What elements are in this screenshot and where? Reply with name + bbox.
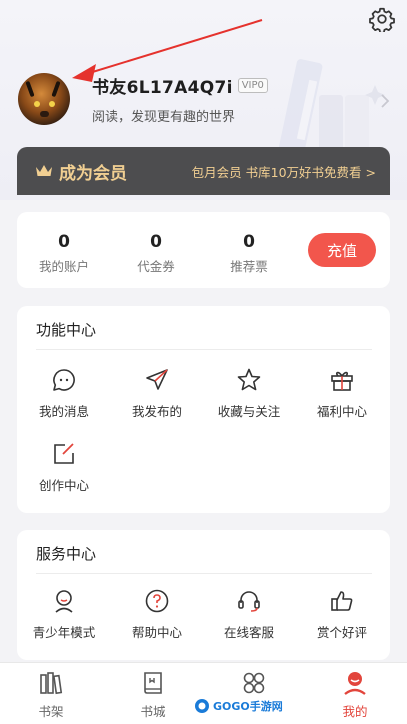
- member-promo-link[interactable]: 包月会员 书库10万好书免费看 >: [192, 162, 376, 181]
- recharge-button[interactable]: 充值: [308, 233, 376, 267]
- function-item-creation[interactable]: 创作中心: [19, 441, 109, 494]
- divider: [36, 349, 372, 350]
- user-info: 书友6L17A4Q7i VIP0 阅读，发现更有趣的世界: [92, 73, 268, 125]
- function-label: 我发布的: [131, 404, 182, 419]
- function-item-my-posts[interactable]: 我发布的: [112, 367, 202, 420]
- stat-recommend-tickets[interactable]: 0 推荐票: [209, 232, 289, 275]
- function-item-favorites[interactable]: 收藏与关注: [204, 367, 294, 420]
- function-label: 收藏与关注: [217, 404, 281, 419]
- bookshelf-icon: [40, 672, 63, 695]
- service-center-card: 服务中心 青少年模式 帮助中心 在线客服 赏个好评: [17, 530, 390, 660]
- service-item-help[interactable]: 帮助中心: [112, 588, 202, 641]
- function-center-card: 功能中心 我的消息 我发布的 收藏与关注 福利中心 创作中心: [17, 306, 390, 513]
- function-label: 我的消息: [38, 404, 89, 419]
- service-item-customer-service[interactable]: 在线客服: [204, 588, 294, 641]
- service-item-teen-mode[interactable]: 青少年模式: [19, 588, 109, 641]
- username: 书友6L17A4Q7i: [92, 78, 233, 98]
- help-icon: [145, 589, 169, 613]
- chevron-right-icon[interactable]: [379, 92, 391, 110]
- function-item-messages[interactable]: 我的消息: [19, 367, 109, 420]
- avatar[interactable]: [18, 73, 70, 125]
- function-label: 创作中心: [38, 478, 89, 493]
- tab-label: 书架: [38, 704, 64, 719]
- vip-badge: VIP0: [237, 78, 268, 93]
- slogan: 阅读，发现更有趣的世界: [92, 110, 236, 125]
- function-label: 福利中心: [316, 404, 367, 419]
- gogo-logo-icon: [195, 699, 209, 713]
- service-label: 赏个好评: [316, 625, 367, 640]
- watermark-logo: GOGO手游网: [188, 695, 289, 717]
- tab-label: 书城: [140, 704, 166, 719]
- section-title: 功能中心: [36, 321, 97, 339]
- service-item-rate-app[interactable]: 赏个好评: [297, 588, 387, 641]
- star-icon: [237, 368, 261, 391]
- stat-vouchers[interactable]: 0 代金券: [116, 232, 196, 275]
- stat-label: 代金券: [137, 259, 175, 274]
- user-icon: [344, 672, 366, 695]
- section-title: 服务中心: [36, 545, 97, 563]
- service-label: 在线客服: [223, 625, 274, 640]
- thumbs-up-icon: [331, 591, 353, 611]
- function-item-welfare[interactable]: 福利中心: [297, 367, 387, 420]
- stat-value: 0: [58, 232, 70, 252]
- tab-label: 我的: [342, 704, 368, 719]
- service-label: 帮助中心: [131, 625, 182, 640]
- grid-icon: [243, 672, 265, 694]
- message-icon: [53, 369, 75, 391]
- divider: [36, 573, 372, 574]
- edit-icon: [54, 443, 74, 464]
- stat-my-account[interactable]: 0 我的账户: [24, 232, 104, 275]
- watermark-text: GOGO手游网: [213, 700, 283, 713]
- paper-plane-icon: [146, 369, 168, 390]
- member-banner[interactable]: 成为会员 包月会员 书库10万好书免费看 >: [17, 147, 390, 195]
- child-icon: [55, 590, 73, 613]
- crown-icon: [36, 165, 52, 176]
- tab-bookshelf[interactable]: 书架: [11, 669, 91, 720]
- profile-section[interactable]: 书友6L17A4Q7i VIP0 阅读，发现更有趣的世界: [18, 73, 268, 125]
- tab-mine[interactable]: 我的: [315, 669, 395, 720]
- gift-icon: [331, 371, 353, 391]
- stat-value: 0: [150, 232, 162, 252]
- tab-bookstore[interactable]: 书城: [113, 669, 193, 720]
- book-icon: [144, 672, 162, 694]
- account-card: 0 我的账户 0 代金券 0 推荐票 充值: [17, 212, 390, 288]
- stat-label: 我的账户: [38, 259, 89, 274]
- stat-value: 0: [243, 232, 255, 252]
- service-label: 青少年模式: [32, 625, 96, 640]
- headset-icon: [238, 591, 260, 612]
- member-title: 成为会员: [59, 163, 127, 184]
- stat-label: 推荐票: [230, 259, 268, 274]
- settings-gear-icon[interactable]: [369, 6, 395, 32]
